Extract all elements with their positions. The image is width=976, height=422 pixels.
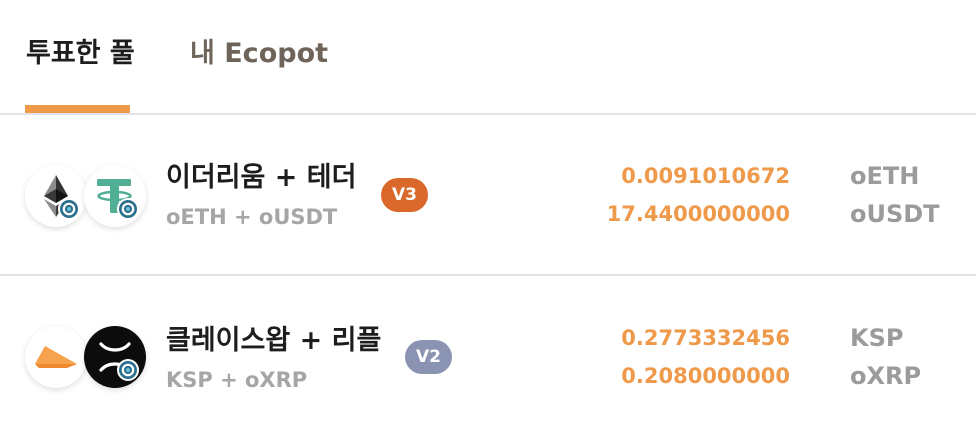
version-badge: V2 (405, 340, 452, 374)
pool-pair-symbols: oETH + oUSDT (166, 205, 338, 229)
token-2-amount: 17.4400000000 (606, 202, 790, 226)
o-token-badge-icon (58, 198, 80, 220)
pool-tabs: 투표한 풀 내 Ecopot (0, 0, 976, 115)
o-token-badge-icon (117, 359, 139, 381)
o-token-badge-icon (117, 198, 139, 220)
ripple-icon (84, 326, 146, 388)
token-1-symbol: oETH (850, 162, 920, 190)
token-2-amount: 0.2080000000 (621, 364, 790, 388)
tab-my-ecopot[interactable]: 내 Ecopot (190, 34, 328, 74)
klayswap-icon (25, 326, 87, 388)
active-tab-indicator (25, 105, 130, 113)
token-2-symbol: oUSDT (850, 200, 940, 228)
token-1-amount: 0.2773332456 (621, 326, 790, 350)
version-badge: V3 (381, 178, 428, 212)
pool-pair-symbols: KSP + oXRP (166, 368, 308, 392)
pool-row-ksp-xrp[interactable]: 클레이스왑 + 리플 KSP + oXRP V2 0.2773332456 0.… (0, 276, 976, 422)
tab-voted-pools[interactable]: 투표한 풀 (26, 34, 135, 74)
pool-row-eth-usdt[interactable]: 이더리움 + 테더 oETH + oUSDT V3 0.0091010672 1… (0, 115, 976, 276)
token-2-symbol: oXRP (850, 362, 922, 390)
ethereum-icon (25, 165, 87, 227)
token-1-symbol: KSP (850, 324, 904, 352)
pool-pair-name: 이더리움 + 테더 (166, 162, 357, 193)
tether-icon (84, 165, 146, 227)
token-1-amount: 0.0091010672 (621, 164, 790, 188)
pool-pair-name: 클레이스왑 + 리플 (166, 325, 382, 356)
